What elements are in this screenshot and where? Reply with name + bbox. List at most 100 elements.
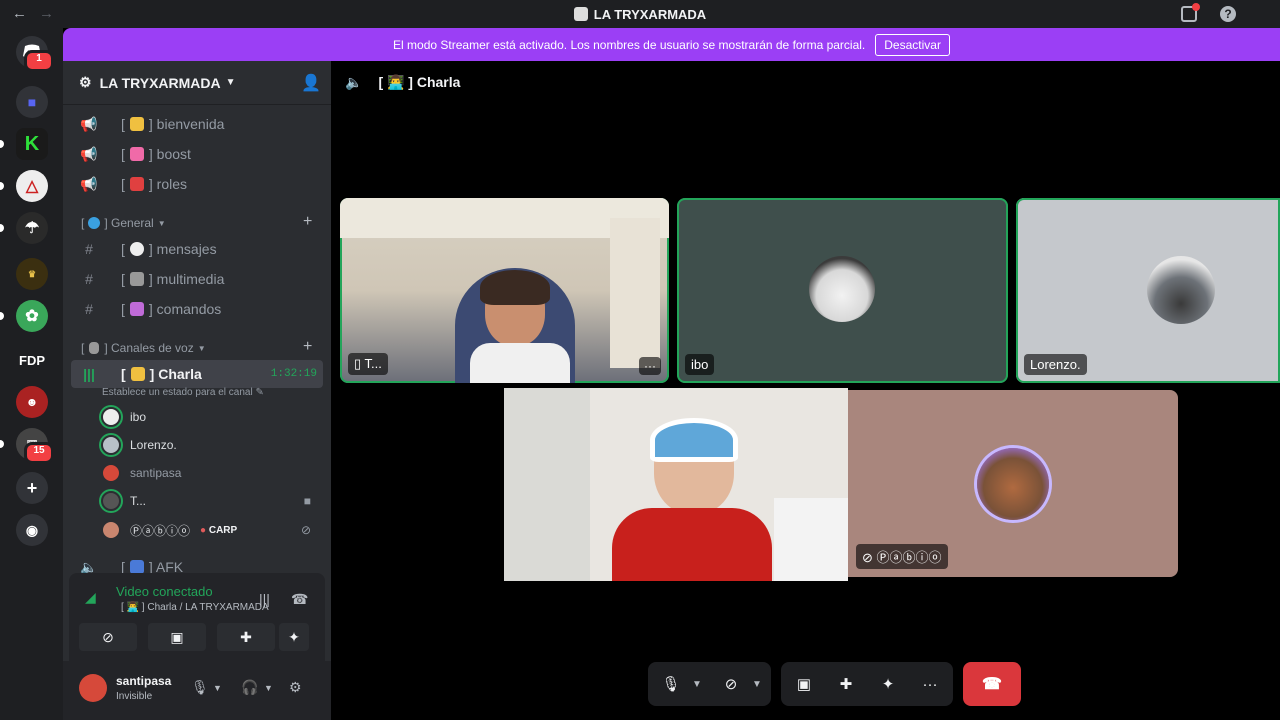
unread-pip <box>0 312 4 320</box>
folder-icon[interactable]: ■ <box>16 86 48 118</box>
voice-user-ibo[interactable]: ibo <box>101 404 311 430</box>
voice-user-pablo[interactable]: Ⓟⓐⓑⓘⓞ ● CARP ⊘ <box>101 517 311 543</box>
more-options-icon[interactable]: ··· <box>639 357 661 375</box>
chevron-down-icon[interactable]: ▼ <box>264 683 273 693</box>
avatar <box>101 520 121 540</box>
status-text: Establece un estado para el canal <box>102 387 253 398</box>
unread-pip <box>0 440 4 448</box>
voice-channel-link[interactable]: [ 👨‍💻 ] Charla / LA TRYXARMADA <box>121 602 269 613</box>
server-red-icon[interactable]: ☻ <box>16 386 48 418</box>
noise-suppression-icon[interactable]: ||| <box>259 591 270 607</box>
channel-charla[interactable]: ||| [] Charla 1:32:19 <box>71 360 323 388</box>
voice-user-name: santipasa <box>130 466 182 480</box>
help-icon[interactable]: ? <box>1220 6 1236 22</box>
channel-sidebar: ⚙ LA TRYXARMADA ▼ 👤 📢 [] bienvenida 📢 [] b… <box>63 61 331 720</box>
server-k-icon[interactable]: K <box>16 128 48 160</box>
channel-label: ] boost <box>148 146 191 162</box>
add-member-icon[interactable]: 👤 <box>301 73 321 92</box>
server-mosaic-icon[interactable]: ▦15 <box>16 428 54 464</box>
voice-call-area: 🔈 [ 👨‍💻 ] Charla ▯ T... ··· ibo Lorenzo.… <box>331 61 1280 720</box>
tile-label: ibo <box>685 354 715 375</box>
microphone-icon[interactable]: 🎙 <box>656 662 686 706</box>
server-mario-icon[interactable]: ✿ <box>16 300 48 332</box>
channel-prefix: [ <box>121 271 125 287</box>
category-prefix: [ <box>81 216 85 230</box>
voice-user-name: Ⓟⓐⓑⓘⓞ <box>130 523 191 538</box>
video-tile-pablo[interactable]: ⊘ Ⓟⓐⓑⓘⓞ <box>848 390 1178 577</box>
tile-name: T... <box>364 356 382 371</box>
video-tile-ibo[interactable]: ibo <box>677 198 1008 383</box>
category-general[interactable]: [] General ▼ + <box>81 213 312 230</box>
tile-label: ⊘ Ⓟⓐⓑⓘⓞ <box>856 544 948 569</box>
channel-label: ] roles <box>148 176 188 192</box>
inbox-icon[interactable] <box>1181 3 1200 22</box>
soundboard-button[interactable]: ✦ <box>279 623 309 651</box>
channel-bienvenida[interactable]: 📢 [] bienvenida <box>71 110 323 138</box>
window-title-text: LA TRYXARMADA <box>593 7 707 22</box>
channel-prefix: [ <box>121 241 125 257</box>
user-panel: santipasa Invisible 🎙 ▼ 🎧 ▼ ⚙ <box>63 661 331 720</box>
channel-label: ] comandos <box>148 301 222 317</box>
tile-label: Lorenzo. <box>1024 354 1087 375</box>
chevron-down-icon[interactable]: ▼ <box>686 662 708 706</box>
guild-name: LA TRYXARMADA <box>99 74 221 91</box>
video-toggle-button[interactable]: ⊘ <box>79 623 137 651</box>
guild-header[interactable]: ⚙ LA TRYXARMADA ▼ 👤 <box>63 61 331 105</box>
screen-share-icon[interactable]: ▣ <box>789 662 819 706</box>
disconnect-icon[interactable]: ☎ <box>291 591 308 608</box>
megaphone-icon: 📢 <box>80 145 98 162</box>
channel-prefix: [ <box>121 176 125 192</box>
soundboard-icon[interactable]: ✦ <box>873 662 903 706</box>
chevron-down-icon[interactable]: ▼ <box>746 662 768 706</box>
chevron-down-icon[interactable]: ▼ <box>213 683 222 693</box>
video-off-icon: ⊘ <box>102 628 114 645</box>
activities-icon[interactable]: ✚ <box>831 662 861 706</box>
voice-status[interactable]: Video conectado <box>116 584 213 599</box>
video-tile-t[interactable]: ▯ T... ··· <box>340 198 669 383</box>
voice-user-name: ibo <box>130 410 147 424</box>
server-triangle-icon[interactable]: △ <box>16 170 48 202</box>
screen-share-button[interactable]: ▣ <box>148 623 206 651</box>
video-tile-lorenzo[interactable]: Lorenzo. <box>1016 198 1280 383</box>
microphone-icon[interactable]: 🎙 <box>191 679 209 696</box>
disconnect-button[interactable]: ☎ <box>963 662 1021 706</box>
voice-user-santipasa[interactable]: santipasa <box>101 460 311 486</box>
user-tag: ● CARP <box>200 525 237 536</box>
discover-icon[interactable]: ◉ <box>16 514 48 546</box>
channel-status-prompt[interactable]: Establece un estado para el canal ✎ <box>102 387 264 398</box>
channel-comandos[interactable]: # [] comandos <box>71 295 323 323</box>
server-gold-icon[interactable]: ♛ <box>16 258 48 290</box>
category-voice[interactable]: [] Canales de voz ▼ + <box>81 338 312 355</box>
video-off-icon[interactable]: ⊘ <box>716 662 746 706</box>
channel-mensajes[interactable]: # [] mensajes <box>71 235 323 263</box>
deactivate-button[interactable]: Desactivar <box>875 33 950 56</box>
globe-emoji-icon <box>88 217 101 229</box>
add-channel-icon[interactable]: + <box>303 213 312 231</box>
ibo-avatar <box>809 256 875 322</box>
voice-user-t[interactable]: T... ■ <box>101 488 311 514</box>
server-icon <box>573 7 588 21</box>
server-dragon-icon[interactable]: ☂ <box>16 212 48 244</box>
channel-roles[interactable]: 📢 [] roles <box>71 170 323 198</box>
headphones-icon[interactable]: 🎧 <box>241 679 258 696</box>
activities-button[interactable]: ✚ <box>217 623 275 651</box>
discord-home-icon[interactable]: 1 <box>16 36 54 72</box>
add-server-icon[interactable]: + <box>16 472 48 504</box>
settings-gear-icon[interactable]: ⚙ <box>289 679 302 696</box>
user-name[interactable]: santipasa <box>116 674 171 688</box>
tag-emoji-icon: ● <box>200 524 207 536</box>
video-tile-self[interactable] <box>504 388 848 581</box>
channel-multimedia[interactable]: # [] multimedia <box>71 265 323 293</box>
chevron-down-icon: ▼ <box>157 218 166 228</box>
dm-badge: 1 <box>24 50 54 72</box>
add-channel-icon[interactable]: + <box>303 338 312 356</box>
channel-boost[interactable]: 📢 [] boost <box>71 140 323 168</box>
more-options-icon[interactable]: ··· <box>915 662 945 706</box>
server-fdp-icon[interactable]: FDP <box>16 344 48 376</box>
person-hair <box>480 270 550 305</box>
category-prefix: [ <box>81 341 85 355</box>
call-timer: 1:32:19 <box>270 368 317 380</box>
user-avatar[interactable] <box>79 674 107 702</box>
voice-activity-icon: ||| <box>83 366 95 382</box>
voice-user-lorenzo[interactable]: Lorenzo. <box>101 432 311 458</box>
